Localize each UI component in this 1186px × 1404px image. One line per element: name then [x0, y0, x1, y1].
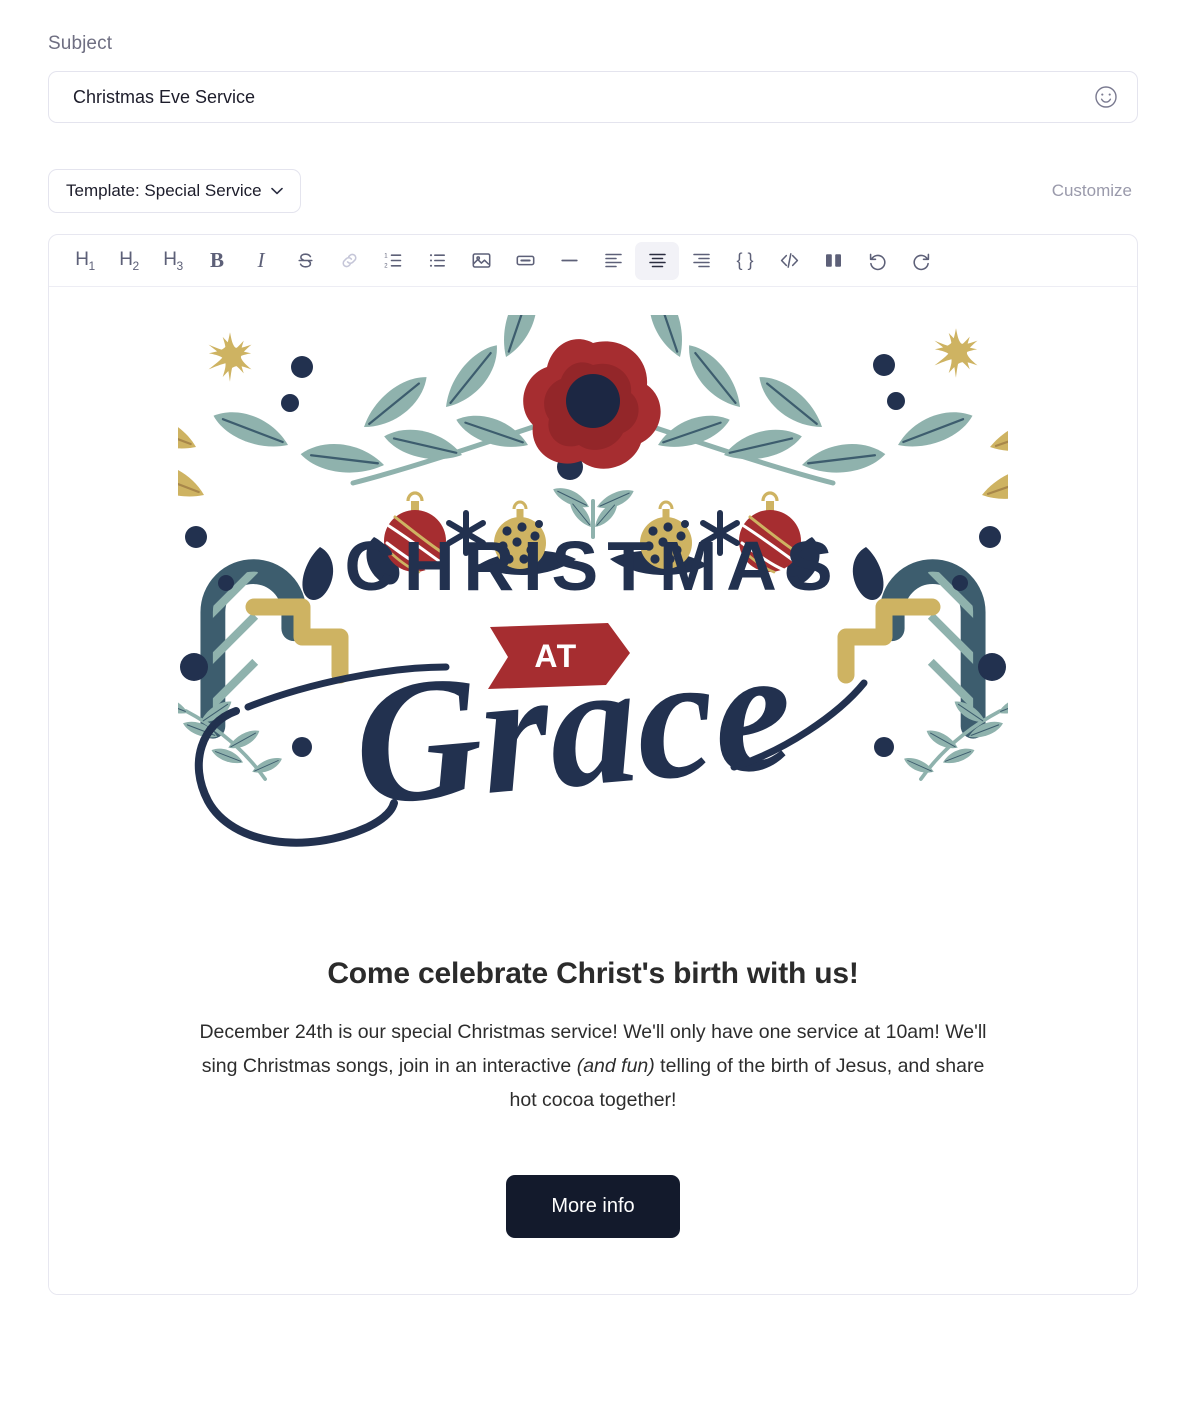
subject-label: Subject	[48, 33, 113, 54]
customize-button[interactable]: Customize	[1046, 180, 1138, 202]
align-left-button[interactable]	[591, 242, 635, 280]
columns-button[interactable]	[811, 242, 855, 280]
hero-title-christmas: CHRISTMAS	[344, 527, 841, 605]
horizontal-rule-button[interactable]	[547, 242, 591, 280]
more-info-button[interactable]: More info	[506, 1175, 680, 1238]
email-paragraph: December 24th is our special Christmas s…	[193, 1015, 993, 1117]
merge-field-button[interactable]: { }	[723, 242, 767, 280]
editor-toolbar: H1 H2 H3 B I 1 2{ }	[49, 235, 1137, 287]
insert-button-button[interactable]	[503, 242, 547, 280]
source-code-button[interactable]	[767, 242, 811, 280]
align-right-button[interactable]	[679, 242, 723, 280]
email-canvas[interactable]: CHRISTMAS AT Grace Come celebrate Christ…	[49, 287, 1137, 1294]
align-center-button[interactable]	[635, 241, 679, 280]
cta-wrapper: More info	[49, 1175, 1137, 1238]
svg-text:1: 1	[384, 253, 388, 259]
rose-flower	[523, 339, 661, 469]
email-headline: Come celebrate Christ's birth with us!	[327, 957, 859, 990]
christmas-at-grace-hero-image[interactable]: CHRISTMAS AT Grace	[178, 315, 1008, 915]
subject-input[interactable]	[49, 72, 1137, 122]
svg-text:Grace: Grace	[347, 611, 800, 842]
sprig-left	[178, 693, 284, 779]
ordered-list-button[interactable]: 12	[371, 242, 415, 280]
link-button[interactable]	[327, 242, 371, 280]
paragraph-italic-text: (and fun)	[576, 1055, 655, 1077]
svg-text:2: 2	[384, 264, 388, 270]
sprig-right	[902, 693, 1008, 779]
template-select[interactable]: Template: Special Service	[48, 169, 301, 213]
heading-2-button[interactable]: H2	[107, 242, 151, 280]
hero-script-grace: Grace	[194, 611, 868, 847]
undo-button[interactable]	[855, 242, 899, 280]
bold-button[interactable]: B	[195, 242, 239, 280]
chevron-down-icon	[270, 187, 283, 195]
gold-star-left	[197, 326, 263, 388]
italic-button[interactable]: I	[239, 242, 283, 280]
smiley-face-icon[interactable]	[1093, 84, 1119, 110]
template-row: Template: Special Service Customize	[48, 169, 1138, 213]
redo-button[interactable]	[899, 242, 943, 280]
rich-text-editor: H1 H2 H3 B I 1 2{ } CHRISTMAS AT Grace C…	[48, 234, 1138, 1295]
heading-3-button[interactable]: H3	[151, 242, 195, 280]
subject-field[interactable]	[48, 71, 1138, 123]
insert-image-button[interactable]	[459, 242, 503, 280]
email-composer-page: Subject Template: Special Service Custom…	[0, 0, 1186, 1404]
strikethrough-button[interactable]	[283, 242, 327, 280]
heading-1-button[interactable]: H1	[63, 242, 107, 280]
template-select-label: Template: Special Service	[66, 181, 262, 200]
gold-star-right	[923, 322, 989, 384]
bulleted-list-button[interactable]	[415, 242, 459, 280]
